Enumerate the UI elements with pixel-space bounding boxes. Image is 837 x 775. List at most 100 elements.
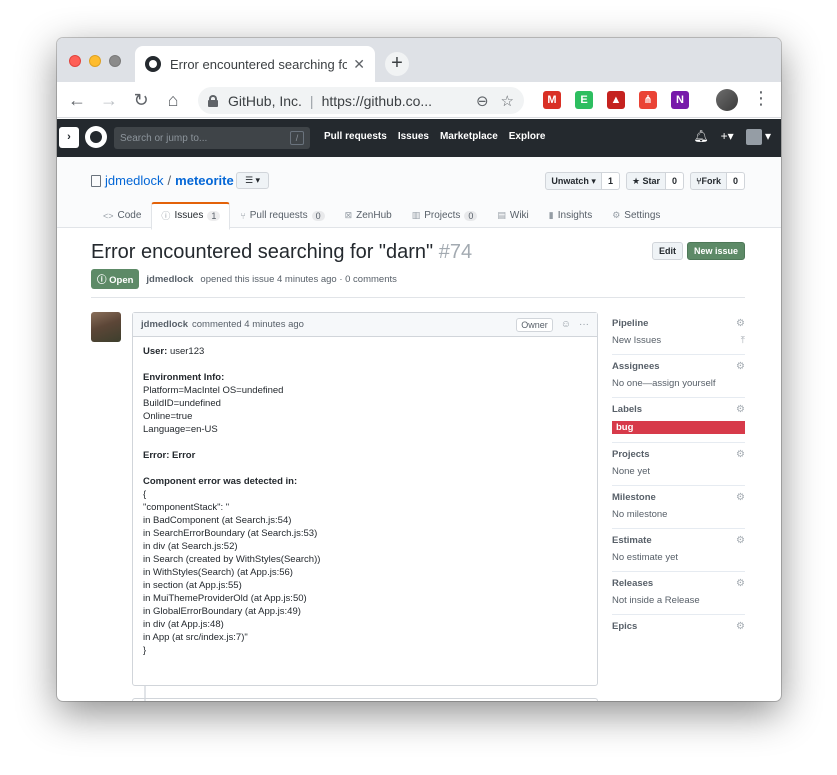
chrome-menu-icon[interactable]: ⋮ bbox=[752, 88, 770, 109]
watchers-count[interactable]: 1 bbox=[601, 172, 620, 190]
lock-icon[interactable] bbox=[208, 94, 218, 107]
issue-meta: ⓘ Open jdmedlock opened this issue 4 min… bbox=[91, 269, 397, 289]
tab-zenhub[interactable]: ⊠ ZenHub bbox=[335, 202, 402, 230]
repo-name-link[interactable]: meteorite bbox=[175, 173, 234, 188]
tab-pull-requests[interactable]: ⑂ Pull requests 0 bbox=[230, 202, 334, 230]
issue-number: #74 bbox=[438, 241, 473, 263]
nav-pull-requests[interactable]: Pull requests bbox=[324, 131, 387, 142]
env-label: Environment Info: bbox=[143, 372, 225, 383]
comment-menu-icon[interactable]: ··· bbox=[579, 319, 589, 330]
gear-icon[interactable]: ⚙ bbox=[736, 361, 745, 372]
network-icon[interactable]: ⋔ bbox=[639, 91, 657, 109]
stars-count[interactable]: 0 bbox=[666, 172, 685, 190]
nav-explore[interactable]: Explore bbox=[509, 131, 546, 142]
tab-projects-label: Projects bbox=[424, 210, 461, 221]
nav-marketplace[interactable]: Marketplace bbox=[440, 131, 498, 142]
forks-count[interactable]: 0 bbox=[726, 172, 745, 190]
avatar[interactable] bbox=[91, 312, 121, 342]
gear-icon[interactable]: ⚙ bbox=[736, 318, 745, 329]
error-heading: Error: Error bbox=[143, 449, 587, 462]
sidebar-heading[interactable]: Milestone bbox=[612, 492, 656, 503]
close-tab-icon[interactable]: ✕ bbox=[353, 56, 365, 73]
repo-owner-link[interactable]: jdmedlock bbox=[105, 173, 164, 188]
gmail-icon[interactable]: M bbox=[543, 91, 561, 109]
address-url[interactable]: https://github.co... bbox=[322, 93, 433, 109]
forward-icon[interactable]: → bbox=[97, 88, 121, 112]
sidebar-heading[interactable]: Estimate bbox=[612, 535, 652, 546]
env-heading: Environment Info: bbox=[143, 371, 587, 384]
fork-button[interactable]: ⑂Fork bbox=[690, 172, 727, 190]
tab-issues[interactable]: ⓘ Issues 1 bbox=[151, 202, 231, 230]
graph-icon: ▮ bbox=[548, 210, 554, 220]
issue-author-link[interactable]: jdmedlock bbox=[146, 274, 193, 285]
tab-code[interactable]: <> Code bbox=[93, 202, 151, 230]
github-favicon-icon bbox=[145, 56, 161, 72]
sidebar-pipeline: Pipeline ⚙ New Issues ⤒ bbox=[612, 312, 745, 355]
star-button[interactable]: ★ Star bbox=[625, 172, 667, 190]
comment-body: User: user123 Environment Info: Platform… bbox=[133, 337, 597, 665]
new-tab-button[interactable]: + bbox=[385, 52, 409, 76]
gear-icon[interactable]: ⚙ bbox=[736, 492, 745, 503]
gear-icon[interactable]: ⚙ bbox=[736, 535, 745, 546]
gear-icon[interactable]: ⚙ bbox=[736, 621, 745, 632]
maximize-window-button[interactable] bbox=[109, 55, 121, 67]
add-reaction-icon[interactable]: ☺ bbox=[561, 319, 571, 330]
sidebar-toggle-icon[interactable]: › bbox=[59, 127, 79, 148]
assignees-value[interactable]: No one—assign yourself bbox=[612, 378, 716, 389]
sidebar-heading[interactable]: Labels bbox=[612, 404, 642, 415]
drive-icon[interactable]: ▲ bbox=[607, 91, 625, 109]
issue-title-text: Error encountered searching for "darn" bbox=[91, 241, 434, 263]
tab-strip: Error encountered searching fo ✕ + bbox=[57, 38, 781, 82]
move-to-top-icon[interactable]: ⤒ bbox=[741, 335, 745, 346]
evernote-icon[interactable]: E bbox=[575, 91, 593, 109]
github-search-input[interactable]: Search or jump to... / bbox=[114, 127, 310, 149]
comment-time[interactable]: commented 4 minutes ago bbox=[192, 319, 304, 330]
tab-projects[interactable]: ▥ Projects 0 bbox=[402, 202, 488, 230]
repo-header: jdmedlock / meteorite ☰ ▾ Unwatch ▾ 1 ★ … bbox=[57, 157, 781, 230]
new-issue-button[interactable]: New issue bbox=[686, 242, 745, 260]
gear-icon[interactable]: ⚙ bbox=[736, 578, 745, 589]
label-bug[interactable]: bug bbox=[612, 421, 745, 434]
onenote-icon[interactable]: N bbox=[671, 91, 689, 109]
close-window-button[interactable] bbox=[69, 55, 81, 67]
repo-title: jdmedlock / meteorite bbox=[91, 173, 234, 188]
zenhub-icon: ⊠ bbox=[344, 210, 353, 220]
nav-issues[interactable]: Issues bbox=[398, 131, 429, 142]
sidebar-heading[interactable]: Releases bbox=[612, 578, 653, 589]
sidebar-heading[interactable]: Assignees bbox=[612, 361, 660, 372]
notification-bell-icon[interactable]: 🔔︎ bbox=[693, 129, 708, 145]
sidebar-heading[interactable]: Projects bbox=[612, 449, 650, 460]
address-bar[interactable]: GitHub, Inc. | https://github.co... ⊖ ☆ bbox=[198, 87, 524, 114]
bookmark-star-icon[interactable]: ☆ bbox=[501, 92, 514, 110]
tab-zenhub-label: ZenHub bbox=[356, 210, 392, 221]
stack-line: in WithStyles(Search) (at App.js:56) bbox=[143, 567, 293, 578]
reload-icon[interactable]: ↻ bbox=[129, 88, 153, 112]
comment-author-link[interactable]: jdmedlock bbox=[141, 319, 188, 330]
tab-insights[interactable]: ▮ Insights bbox=[539, 202, 602, 230]
pipeline-value[interactable]: New Issues bbox=[612, 335, 661, 346]
project-icon: ▥ bbox=[411, 210, 421, 220]
error-label: Error: Error bbox=[143, 450, 196, 461]
sidebar-heading[interactable]: Epics bbox=[612, 621, 637, 632]
gear-icon[interactable]: ⚙ bbox=[736, 449, 745, 460]
edit-button[interactable]: Edit bbox=[651, 242, 683, 260]
tab-settings[interactable]: ⚙ Settings bbox=[602, 202, 670, 230]
home-icon[interactable]: ⌂ bbox=[161, 88, 185, 112]
unwatch-button[interactable]: Unwatch ▾ bbox=[545, 172, 602, 190]
sidebar-heading[interactable]: Pipeline bbox=[612, 318, 648, 329]
gear-icon[interactable]: ⚙ bbox=[736, 404, 745, 415]
profile-avatar[interactable] bbox=[716, 89, 738, 111]
tab-wiki[interactable]: ▤ Wiki bbox=[487, 202, 538, 230]
create-new-button[interactable]: +▾ bbox=[721, 129, 734, 145]
releases-value: Not inside a Release bbox=[612, 595, 700, 606]
browser-tab[interactable]: Error encountered searching fo ✕ bbox=[135, 46, 375, 82]
repo-menu-button[interactable]: ☰ ▾ bbox=[236, 172, 269, 189]
user-menu-button[interactable]: ▾ bbox=[745, 129, 771, 145]
back-icon[interactable]: ← bbox=[65, 88, 89, 112]
github-logo-icon[interactable] bbox=[85, 126, 107, 148]
tab-pull-requests-label: Pull requests bbox=[249, 210, 308, 221]
tab-issues-label: Issues bbox=[174, 210, 204, 221]
zoom-icon[interactable]: ⊖ bbox=[476, 92, 489, 110]
github-header-actions: 🔔︎ +▾ ▾ bbox=[693, 129, 771, 145]
minimize-window-button[interactable] bbox=[89, 55, 101, 67]
